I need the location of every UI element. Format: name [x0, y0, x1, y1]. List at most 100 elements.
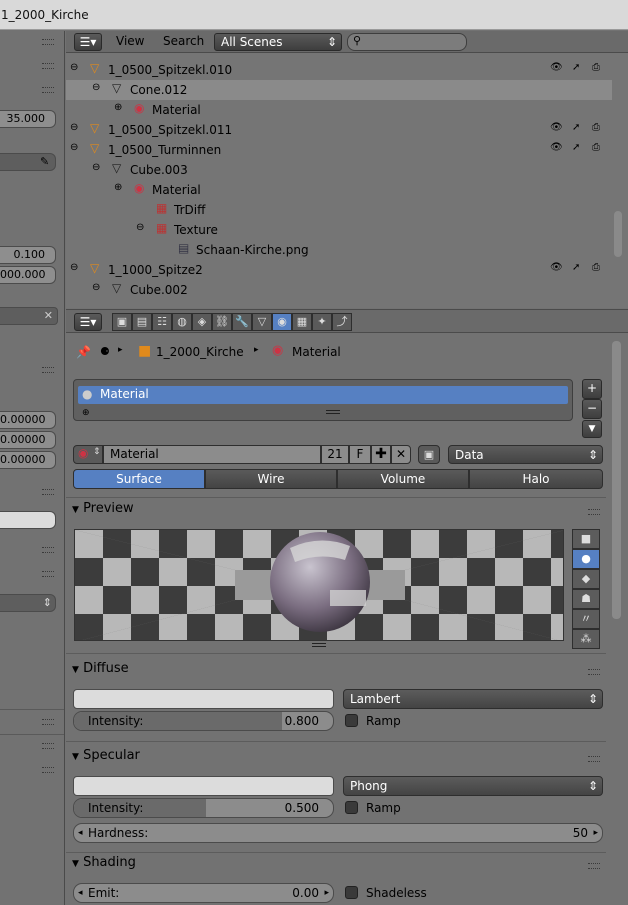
panel-grip-icon[interactable]: [588, 669, 600, 675]
emit-field[interactable]: ◂ Emit: 0.00 ▸: [73, 883, 334, 903]
render-layers-icon[interactable]: ▤: [132, 313, 152, 331]
outliner-row[interactable]: ⊕ ◉ Material: [66, 100, 612, 120]
camera-icon[interactable]: ⎙: [592, 62, 600, 73]
chevron-right-icon[interactable]: ▸: [324, 884, 329, 902]
diffuse-ramp-checkbox[interactable]: [345, 714, 358, 727]
expand-toggle-icon[interactable]: ⊕: [114, 102, 122, 113]
value-field[interactable]: 000.000: [0, 266, 56, 284]
browse-material-button[interactable]: ◉ ⇕: [73, 445, 103, 464]
panel-grip-icon[interactable]: [42, 743, 54, 749]
remove-slot-button[interactable]: −: [582, 399, 602, 419]
expand-toggle-icon[interactable]: ⊖: [70, 142, 78, 153]
chevron-left-icon[interactable]: ◂: [78, 884, 83, 902]
eye-icon[interactable]: 👁: [550, 262, 563, 273]
cursor-icon[interactable]: ➚: [572, 262, 580, 273]
add-slot-button[interactable]: +: [582, 379, 602, 399]
properties-scrollbar[interactable]: [612, 341, 621, 619]
shadeless-checkbox[interactable]: [345, 886, 358, 899]
expand-icon[interactable]: ⊕: [82, 408, 90, 418]
modifiers-icon[interactable]: 🔧: [232, 313, 252, 331]
panel-grip-icon[interactable]: [42, 63, 54, 69]
panel-grip-icon[interactable]: [42, 367, 54, 373]
constraints-icon[interactable]: ⛓: [212, 313, 232, 331]
outliner-row[interactable]: ⊖ ▽ Cube.003: [66, 160, 612, 180]
shading-panel-header[interactable]: ▼ Shading: [72, 855, 136, 870]
preview-flat-icon[interactable]: ■: [572, 529, 600, 549]
text-field[interactable]: ✕: [0, 307, 58, 325]
panel-grip-icon[interactable]: [588, 863, 600, 869]
panel-grip-icon[interactable]: [588, 756, 600, 762]
cursor-icon[interactable]: ➚: [572, 62, 580, 73]
diffuse-color-field[interactable]: [73, 689, 334, 709]
render-icon[interactable]: ▣: [112, 313, 132, 331]
panel-grip-icon[interactable]: [42, 767, 54, 773]
scene-filter-dropdown[interactable]: All Scenes ⇕: [214, 33, 342, 51]
expand-toggle-icon[interactable]: ⊖: [70, 62, 78, 73]
breadcrumb-material[interactable]: Material: [292, 345, 341, 359]
panel-grip-icon[interactable]: [588, 509, 600, 515]
camera-icon[interactable]: ⎙: [592, 262, 600, 273]
dropdown[interactable]: ⇕: [0, 594, 56, 612]
expand-toggle-icon[interactable]: ⊖: [92, 82, 100, 93]
text-field[interactable]: [0, 511, 56, 529]
diffuse-panel-header[interactable]: ▼ Diffuse: [72, 661, 129, 676]
world-icon[interactable]: ◍: [172, 313, 192, 331]
expand-toggle-icon[interactable]: ⊖: [136, 222, 144, 233]
tab-halo[interactable]: Halo: [469, 469, 603, 489]
user-count[interactable]: 21: [321, 445, 349, 464]
editor-type-icon[interactable]: ☰▾: [74, 313, 102, 331]
preview-sky-icon[interactable]: ⁂: [572, 629, 600, 649]
tab-wire[interactable]: Wire: [205, 469, 337, 489]
outliner-scrollbar[interactable]: [614, 211, 622, 257]
unlink-icon[interactable]: ✕: [391, 445, 411, 464]
outliner-row[interactable]: ⊖ ▽ Cube.002: [66, 280, 612, 300]
fake-user-toggle[interactable]: F: [349, 445, 371, 464]
outliner-row[interactable]: ⊖ ▦ Texture: [66, 220, 612, 240]
expand-toggle-icon[interactable]: ⊖: [92, 162, 100, 173]
outliner-row[interactable]: ⊖ ▽ 1_0500_Spitzekl.011 👁 ➚ ⎙: [66, 120, 612, 140]
link-dropdown[interactable]: Data ⇕: [448, 445, 603, 464]
outliner-row[interactable]: ⊖ ▽ Cone.012: [66, 80, 612, 100]
pin-icon[interactable]: 📌: [76, 345, 91, 359]
tab-surface[interactable]: Surface: [73, 469, 205, 489]
new-material-icon[interactable]: ✚: [371, 445, 391, 464]
expand-toggle-icon[interactable]: ⊕: [114, 182, 122, 193]
preview-hair-icon[interactable]: 〃: [572, 609, 600, 629]
menu-search[interactable]: Search: [163, 34, 204, 48]
hardness-field[interactable]: ◂ Hardness: 50 ▸: [73, 823, 603, 843]
preview-panel-header[interactable]: ▼ Preview: [72, 501, 134, 516]
preview-cube-icon[interactable]: ◆: [572, 569, 600, 589]
panel-grip-icon[interactable]: [42, 547, 54, 553]
chevron-left-icon[interactable]: ◂: [78, 824, 83, 842]
preview-sphere-icon[interactable]: ●: [572, 549, 600, 569]
panel-grip-icon[interactable]: [42, 571, 54, 577]
specular-panel-header[interactable]: ▼ Specular: [72, 748, 140, 763]
node-material-icon[interactable]: ▣: [418, 445, 440, 464]
value-field[interactable]: 0.00000: [0, 451, 56, 469]
tab-volume[interactable]: Volume: [337, 469, 469, 489]
camera-icon[interactable]: ⎙: [592, 122, 600, 133]
eyedropper-icon[interactable]: ✎: [40, 154, 49, 170]
specular-ramp-checkbox[interactable]: [345, 801, 358, 814]
search-input[interactable]: ⚲: [347, 33, 467, 51]
panel-grip-icon[interactable]: [42, 489, 54, 495]
slot-specials-menu[interactable]: ▼: [582, 420, 602, 438]
outliner-row[interactable]: ⊖ ▽ 1_0500_Turminnen 👁 ➚ ⎙: [66, 140, 612, 160]
outliner-row[interactable]: ▦ TrDiff: [66, 200, 612, 220]
value-field[interactable]: 35.000: [0, 110, 56, 128]
breadcrumb-object[interactable]: 1_2000_Kirche: [156, 345, 244, 359]
outliner-row[interactable]: ⊖ ▽ 1_0500_Spitzekl.010 👁 ➚ ⎙: [66, 60, 612, 80]
specular-shader-dropdown[interactable]: Phong ⇕: [343, 776, 603, 796]
diffuse-intensity-slider[interactable]: Intensity: 0.800: [73, 711, 334, 731]
material-icon[interactable]: ◉: [272, 313, 292, 331]
material-slot-item[interactable]: ● Material: [78, 386, 568, 404]
scene-icon[interactable]: ☷: [152, 313, 172, 331]
cursor-icon[interactable]: ➚: [572, 122, 580, 133]
resize-grip-icon[interactable]: [312, 643, 326, 647]
value-field[interactable]: 0.00000: [0, 411, 56, 429]
value-field[interactable]: 0.00000: [0, 431, 56, 449]
close-icon[interactable]: ✕: [44, 308, 53, 324]
texture-icon[interactable]: ▦: [292, 313, 312, 331]
expand-toggle-icon[interactable]: ⊖: [92, 282, 100, 293]
camera-icon[interactable]: ⎙: [592, 142, 600, 153]
